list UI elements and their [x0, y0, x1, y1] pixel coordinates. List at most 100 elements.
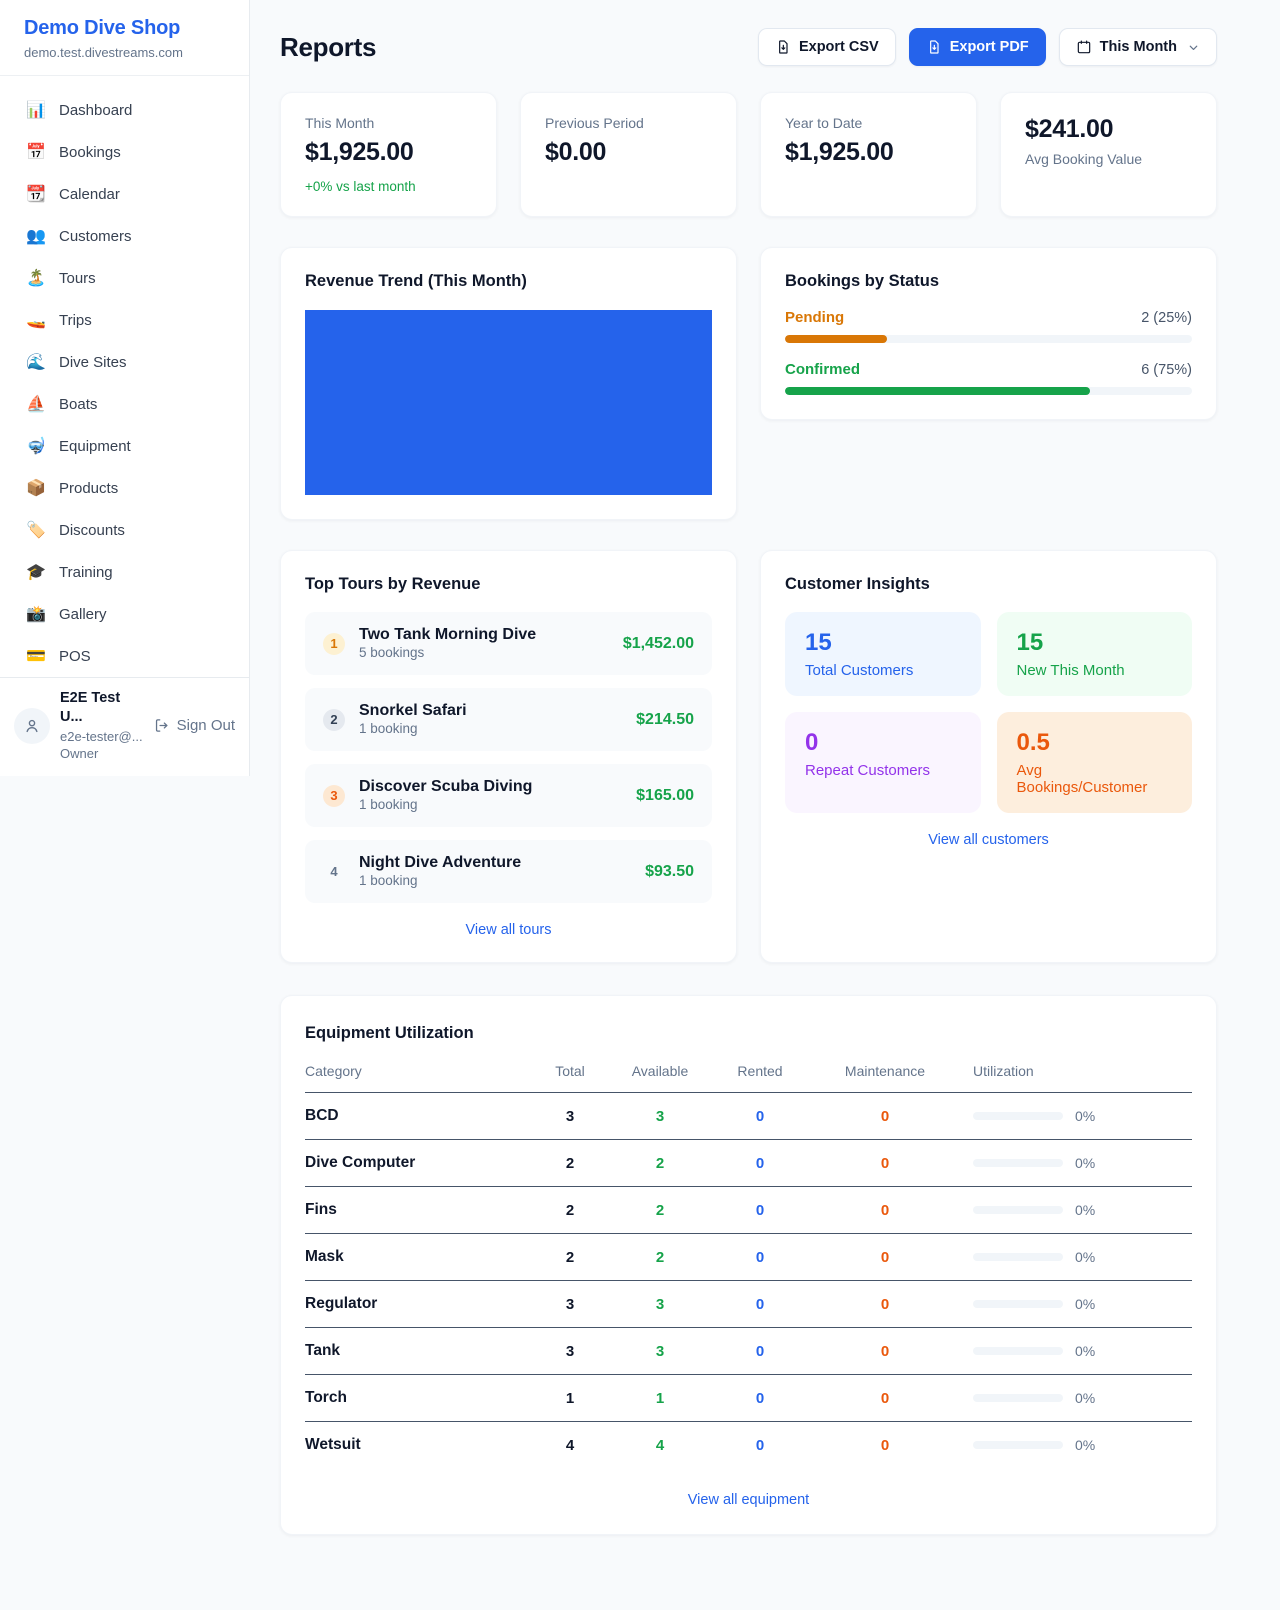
sidebar-item-label: Equipment	[59, 438, 131, 455]
rented-cell: 0	[705, 1108, 815, 1125]
utilization-bar	[973, 1347, 1063, 1355]
sidebar-item-products[interactable]: 📦 Products	[14, 467, 235, 509]
tour-revenue: $1,452.00	[623, 635, 694, 653]
period-dropdown[interactable]: This Month	[1059, 28, 1217, 66]
user-name: E2E Test U...	[60, 689, 143, 728]
top-tours-card: Top Tours by Revenue 1 Two Tank Morning …	[280, 550, 737, 963]
table-header-row: Category Total Available Rented Maintena…	[305, 1063, 1192, 1093]
user-email: e2e-tester@...	[60, 728, 143, 746]
sidebar-item-label: POS	[59, 648, 91, 665]
sidebar-item-calendar[interactable]: 📆Calendar	[14, 173, 235, 215]
tour-list-item: 2 Snorkel Safari1 booking $214.50	[305, 688, 712, 751]
category-cell: Fins	[305, 1201, 525, 1219]
utilization-bar	[973, 1206, 1063, 1214]
sidebar-item-trips[interactable]: 🚤Trips	[14, 299, 235, 341]
available-cell: 3	[615, 1343, 705, 1360]
rented-cell: 0	[705, 1343, 815, 1360]
app-root: Demo Dive Shop demo.test.divestreams.com…	[0, 0, 1280, 1575]
view-all-tours-link[interactable]: View all tours	[305, 922, 712, 938]
sidebar-item-tours[interactable]: 🏝️Tours	[14, 257, 235, 299]
header-actions: Export CSV Export PDF This Month	[758, 28, 1217, 66]
boats-icon: ⛵	[26, 394, 46, 414]
person-icon	[22, 716, 42, 736]
tour-revenue: $165.00	[636, 787, 694, 805]
period-label: This Month	[1100, 39, 1177, 55]
products-icon: 📦	[26, 478, 46, 498]
stat-value: $0.00	[545, 138, 712, 167]
category-cell: Regulator	[305, 1295, 525, 1313]
category-cell: Mask	[305, 1248, 525, 1266]
insight-label: New This Month	[1017, 662, 1173, 679]
sign-out-icon	[153, 717, 170, 734]
avatar	[14, 708, 50, 744]
discounts-icon: 🏷️	[26, 520, 46, 540]
available-cell: 2	[615, 1202, 705, 1219]
stat-label: This Month	[305, 115, 472, 131]
maintenance-cell: 0	[815, 1437, 955, 1454]
shop-name[interactable]: Demo Dive Shop	[24, 17, 225, 40]
tour-list-item: 4 Night Dive Adventure1 booking $93.50	[305, 840, 712, 903]
sidebar-item-training[interactable]: 🎓Training	[14, 551, 235, 593]
progress-fill	[785, 387, 1090, 395]
view-all-equipment-link[interactable]: View all equipment	[305, 1492, 1192, 1508]
stat-trend-note: +0% vs last month	[305, 179, 472, 194]
top-tours-title: Top Tours by Revenue	[305, 575, 712, 594]
sidebar-item-boats[interactable]: ⛵ Boats	[14, 383, 235, 425]
utilization-bar	[973, 1112, 1063, 1120]
insight-tile-new-this-month: 15 New This Month	[997, 612, 1193, 696]
insight-value: 15	[805, 629, 961, 657]
rank-badge: 1	[323, 633, 345, 655]
total-cell: 4	[525, 1437, 615, 1454]
status-label: Pending	[785, 309, 844, 326]
rented-cell: 0	[705, 1437, 815, 1454]
sign-out-button[interactable]: Sign Out	[153, 717, 235, 734]
sidebar-item-label: Training	[59, 564, 113, 581]
insight-value: 15	[1017, 629, 1173, 657]
rented-cell: 0	[705, 1202, 815, 1219]
equipment-table: Category Total Available Rented Maintena…	[305, 1063, 1192, 1468]
sidebar-item-equipment[interactable]: 🤿Equipment	[14, 425, 235, 467]
insight-label: Total Customers	[805, 662, 961, 679]
charts-row: Revenue Trend (This Month) Bookings by S…	[280, 247, 1217, 520]
sidebar-item-gallery[interactable]: 📸Gallery	[14, 593, 235, 635]
progress-fill	[785, 335, 887, 343]
stat-label: Previous Period	[545, 115, 712, 131]
sidebar-item-dive-sites[interactable]: 🌊Dive Sites	[14, 341, 235, 383]
table-row: Dive Computer 2 2 0 0 0%	[305, 1140, 1192, 1187]
sidebar-item-label: Gallery	[59, 606, 107, 623]
table-row: Fins 2 2 0 0 0%	[305, 1187, 1192, 1234]
sidebar-item-label: Bookings	[59, 144, 121, 161]
progress-track	[785, 335, 1192, 343]
bookings-icon: 📅	[26, 142, 46, 162]
bookings-by-status-title: Bookings by Status	[785, 272, 1192, 291]
rented-cell: 0	[705, 1249, 815, 1266]
view-all-customers-link[interactable]: View all customers	[785, 832, 1192, 848]
maintenance-cell: 0	[815, 1296, 955, 1313]
sidebar-item-bookings[interactable]: 📅 Bookings	[14, 131, 235, 173]
file-download-icon	[926, 39, 942, 55]
available-cell: 1	[615, 1390, 705, 1407]
page-header: Reports Export CSV Export PDF	[280, 28, 1217, 66]
sidebar-item-label: Customers	[59, 228, 132, 245]
sidebar-item-label: Boats	[59, 396, 97, 413]
stats-row: This Month $1,925.00 +0% vs last month P…	[280, 92, 1217, 217]
utilization-cell: 0%	[955, 1155, 1192, 1171]
sidebar-item-dashboard[interactable]: 📊Dashboard	[14, 89, 235, 131]
sidebar-item-discounts[interactable]: 🏷️Discounts	[14, 509, 235, 551]
export-csv-button[interactable]: Export CSV	[758, 28, 896, 66]
file-download-icon	[775, 39, 791, 55]
dashboard-icon: 📊	[26, 100, 46, 120]
tour-name: Night Dive Adventure	[359, 854, 521, 871]
customer-insights-card: Customer Insights 15 Total Customers 15 …	[760, 550, 1217, 963]
sidebar-item-customers[interactable]: 👥Customers	[14, 215, 235, 257]
utilization-bar	[973, 1441, 1063, 1449]
utilization-label: 0%	[1075, 1155, 1095, 1171]
main-content: Reports Export CSV Export PDF	[250, 0, 1280, 1575]
tour-bookings: 1 booking	[359, 797, 418, 812]
sidebar-item-label: Dive Sites	[59, 354, 127, 371]
column-header: Available	[615, 1063, 705, 1079]
export-pdf-button[interactable]: Export PDF	[909, 28, 1046, 66]
sidebar-item-pos[interactable]: 💳POS	[14, 635, 235, 677]
calendar-icon	[1076, 39, 1092, 55]
sidebar-item-label: Products	[59, 480, 118, 497]
